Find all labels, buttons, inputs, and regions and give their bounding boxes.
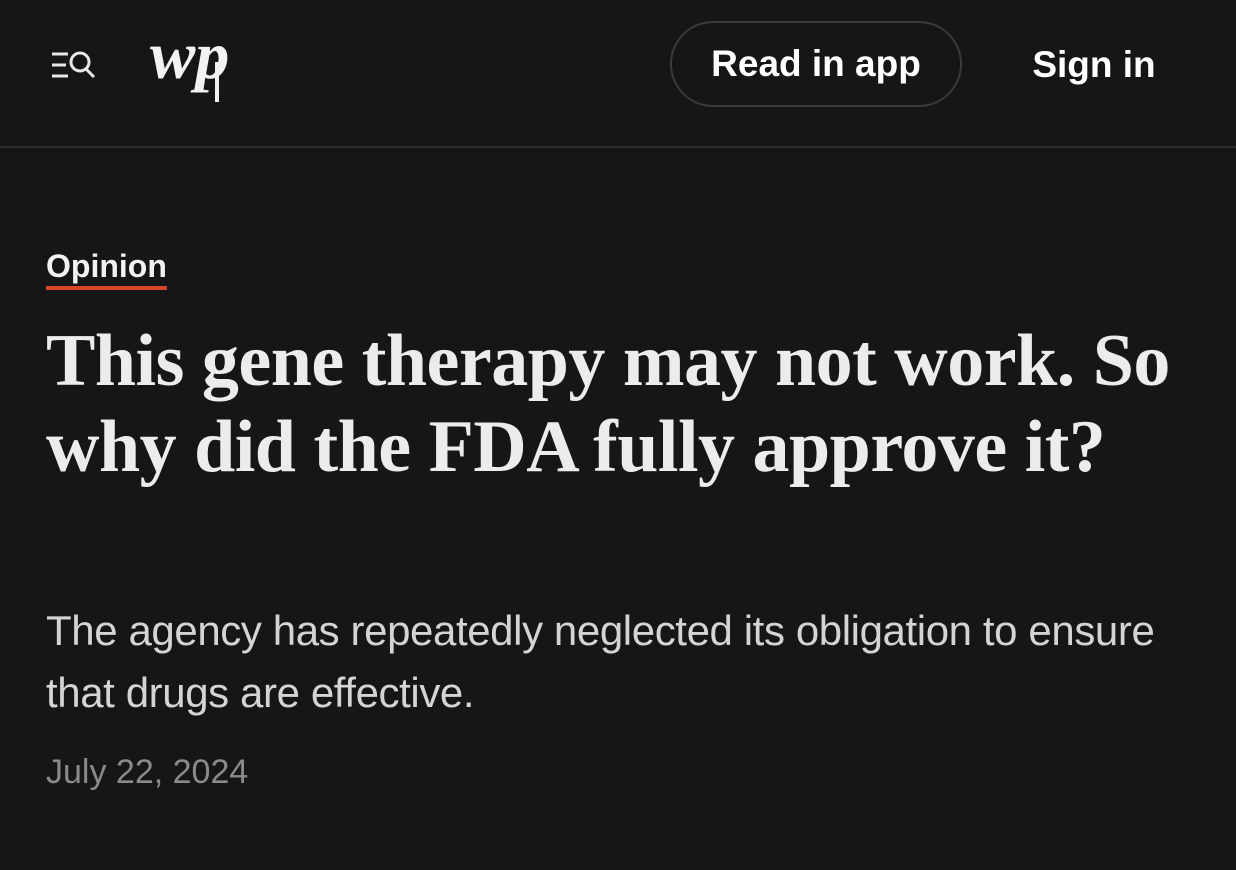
- washington-post-logo[interactable]: wp: [146, 17, 246, 106]
- sign-in-label: Sign in: [1032, 44, 1156, 85]
- top-navigation-bar: wp Read in app Sign in: [0, 0, 1236, 148]
- article-headline: This gene therapy may not work. So why d…: [46, 320, 1170, 488]
- section-kicker-link[interactable]: Opinion: [46, 246, 167, 290]
- sign-in-button[interactable]: Sign in: [1012, 30, 1176, 100]
- read-in-app-button[interactable]: Read in app: [670, 21, 962, 107]
- article-subheadline: The agency has repeatedly neglected its …: [46, 607, 1155, 716]
- publish-date: July 22, 2024: [46, 753, 249, 791]
- menu-search-icon[interactable]: [50, 46, 100, 86]
- read-in-app-label: Read in app: [711, 43, 921, 84]
